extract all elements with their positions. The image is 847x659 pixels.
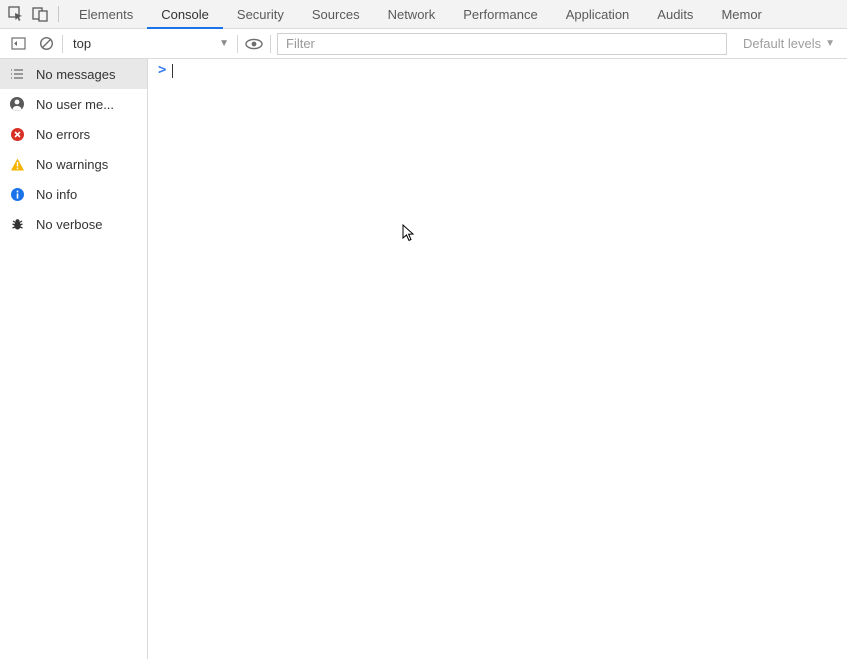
- tab-sources[interactable]: Sources: [298, 0, 374, 28]
- inspect-element-icon[interactable]: [4, 1, 28, 27]
- tab-application[interactable]: Application: [552, 0, 644, 28]
- console-output-area[interactable]: >: [148, 59, 847, 659]
- log-levels-select[interactable]: Default levels ▼: [735, 36, 843, 51]
- sidebar-item-user[interactable]: No user me...: [0, 89, 147, 119]
- context-value: top: [73, 36, 91, 51]
- bug-icon: [8, 215, 26, 233]
- tab-memory[interactable]: Memor: [707, 0, 775, 28]
- console-prompt-line[interactable]: >: [148, 59, 847, 81]
- tab-performance[interactable]: Performance: [449, 0, 551, 28]
- separator: [62, 35, 63, 53]
- sidebar-item-verbose[interactable]: No verbose: [0, 209, 147, 239]
- live-expression-icon[interactable]: [240, 31, 268, 57]
- sidebar-item-label: No errors: [36, 127, 90, 142]
- console-sub-toolbar: top ▼ Default levels ▼: [0, 29, 847, 59]
- sidebar-item-warnings[interactable]: No warnings: [0, 149, 147, 179]
- tab-label: Application: [566, 7, 630, 22]
- sidebar-item-errors[interactable]: No errors: [0, 119, 147, 149]
- panel-tabs: Elements Console Security Sources Networ…: [65, 0, 776, 28]
- tab-label: Performance: [463, 7, 537, 22]
- chevron-down-icon: ▼: [825, 38, 835, 49]
- devtools-top-toolbar: Elements Console Security Sources Networ…: [0, 0, 847, 29]
- sidebar-item-label: No verbose: [36, 217, 102, 232]
- tab-label: Elements: [79, 7, 133, 22]
- sidebar-item-label: No user me...: [36, 97, 114, 112]
- user-icon: [8, 95, 26, 113]
- levels-label: Default levels: [743, 36, 821, 51]
- chevron-down-icon: ▼: [219, 38, 229, 49]
- separator: [270, 35, 271, 53]
- sidebar-item-label: No messages: [36, 67, 115, 82]
- tab-audits[interactable]: Audits: [643, 0, 707, 28]
- tab-label: Sources: [312, 7, 360, 22]
- console-main: No messages No user me... No errors No w…: [0, 59, 847, 659]
- mouse-cursor-icon: [402, 224, 416, 242]
- sidebar-item-info[interactable]: No info: [0, 179, 147, 209]
- context-select[interactable]: top ▼: [67, 33, 235, 55]
- tab-console[interactable]: Console: [147, 0, 223, 28]
- toggle-device-toolbar-icon[interactable]: [28, 1, 52, 27]
- separator: [58, 6, 59, 22]
- separator: [237, 35, 238, 53]
- text-cursor: [172, 64, 173, 78]
- sidebar-item-messages[interactable]: No messages: [0, 59, 147, 89]
- filter-input[interactable]: [277, 33, 727, 55]
- tab-label: Network: [388, 7, 436, 22]
- clear-console-icon[interactable]: [32, 31, 60, 57]
- list-icon: [8, 65, 26, 83]
- prompt-icon: >: [158, 62, 166, 78]
- info-icon: [8, 185, 26, 203]
- tab-network[interactable]: Network: [374, 0, 450, 28]
- sidebar-item-label: No warnings: [36, 157, 108, 172]
- toggle-sidebar-icon[interactable]: [4, 31, 32, 57]
- tab-label: Security: [237, 7, 284, 22]
- tab-elements[interactable]: Elements: [65, 0, 147, 28]
- error-icon: [8, 125, 26, 143]
- tab-label: Audits: [657, 7, 693, 22]
- console-sidebar: No messages No user me... No errors No w…: [0, 59, 148, 659]
- tab-security[interactable]: Security: [223, 0, 298, 28]
- tab-label: Memor: [721, 7, 761, 22]
- sidebar-item-label: No info: [36, 187, 77, 202]
- warning-icon: [8, 155, 26, 173]
- tab-label: Console: [161, 7, 209, 22]
